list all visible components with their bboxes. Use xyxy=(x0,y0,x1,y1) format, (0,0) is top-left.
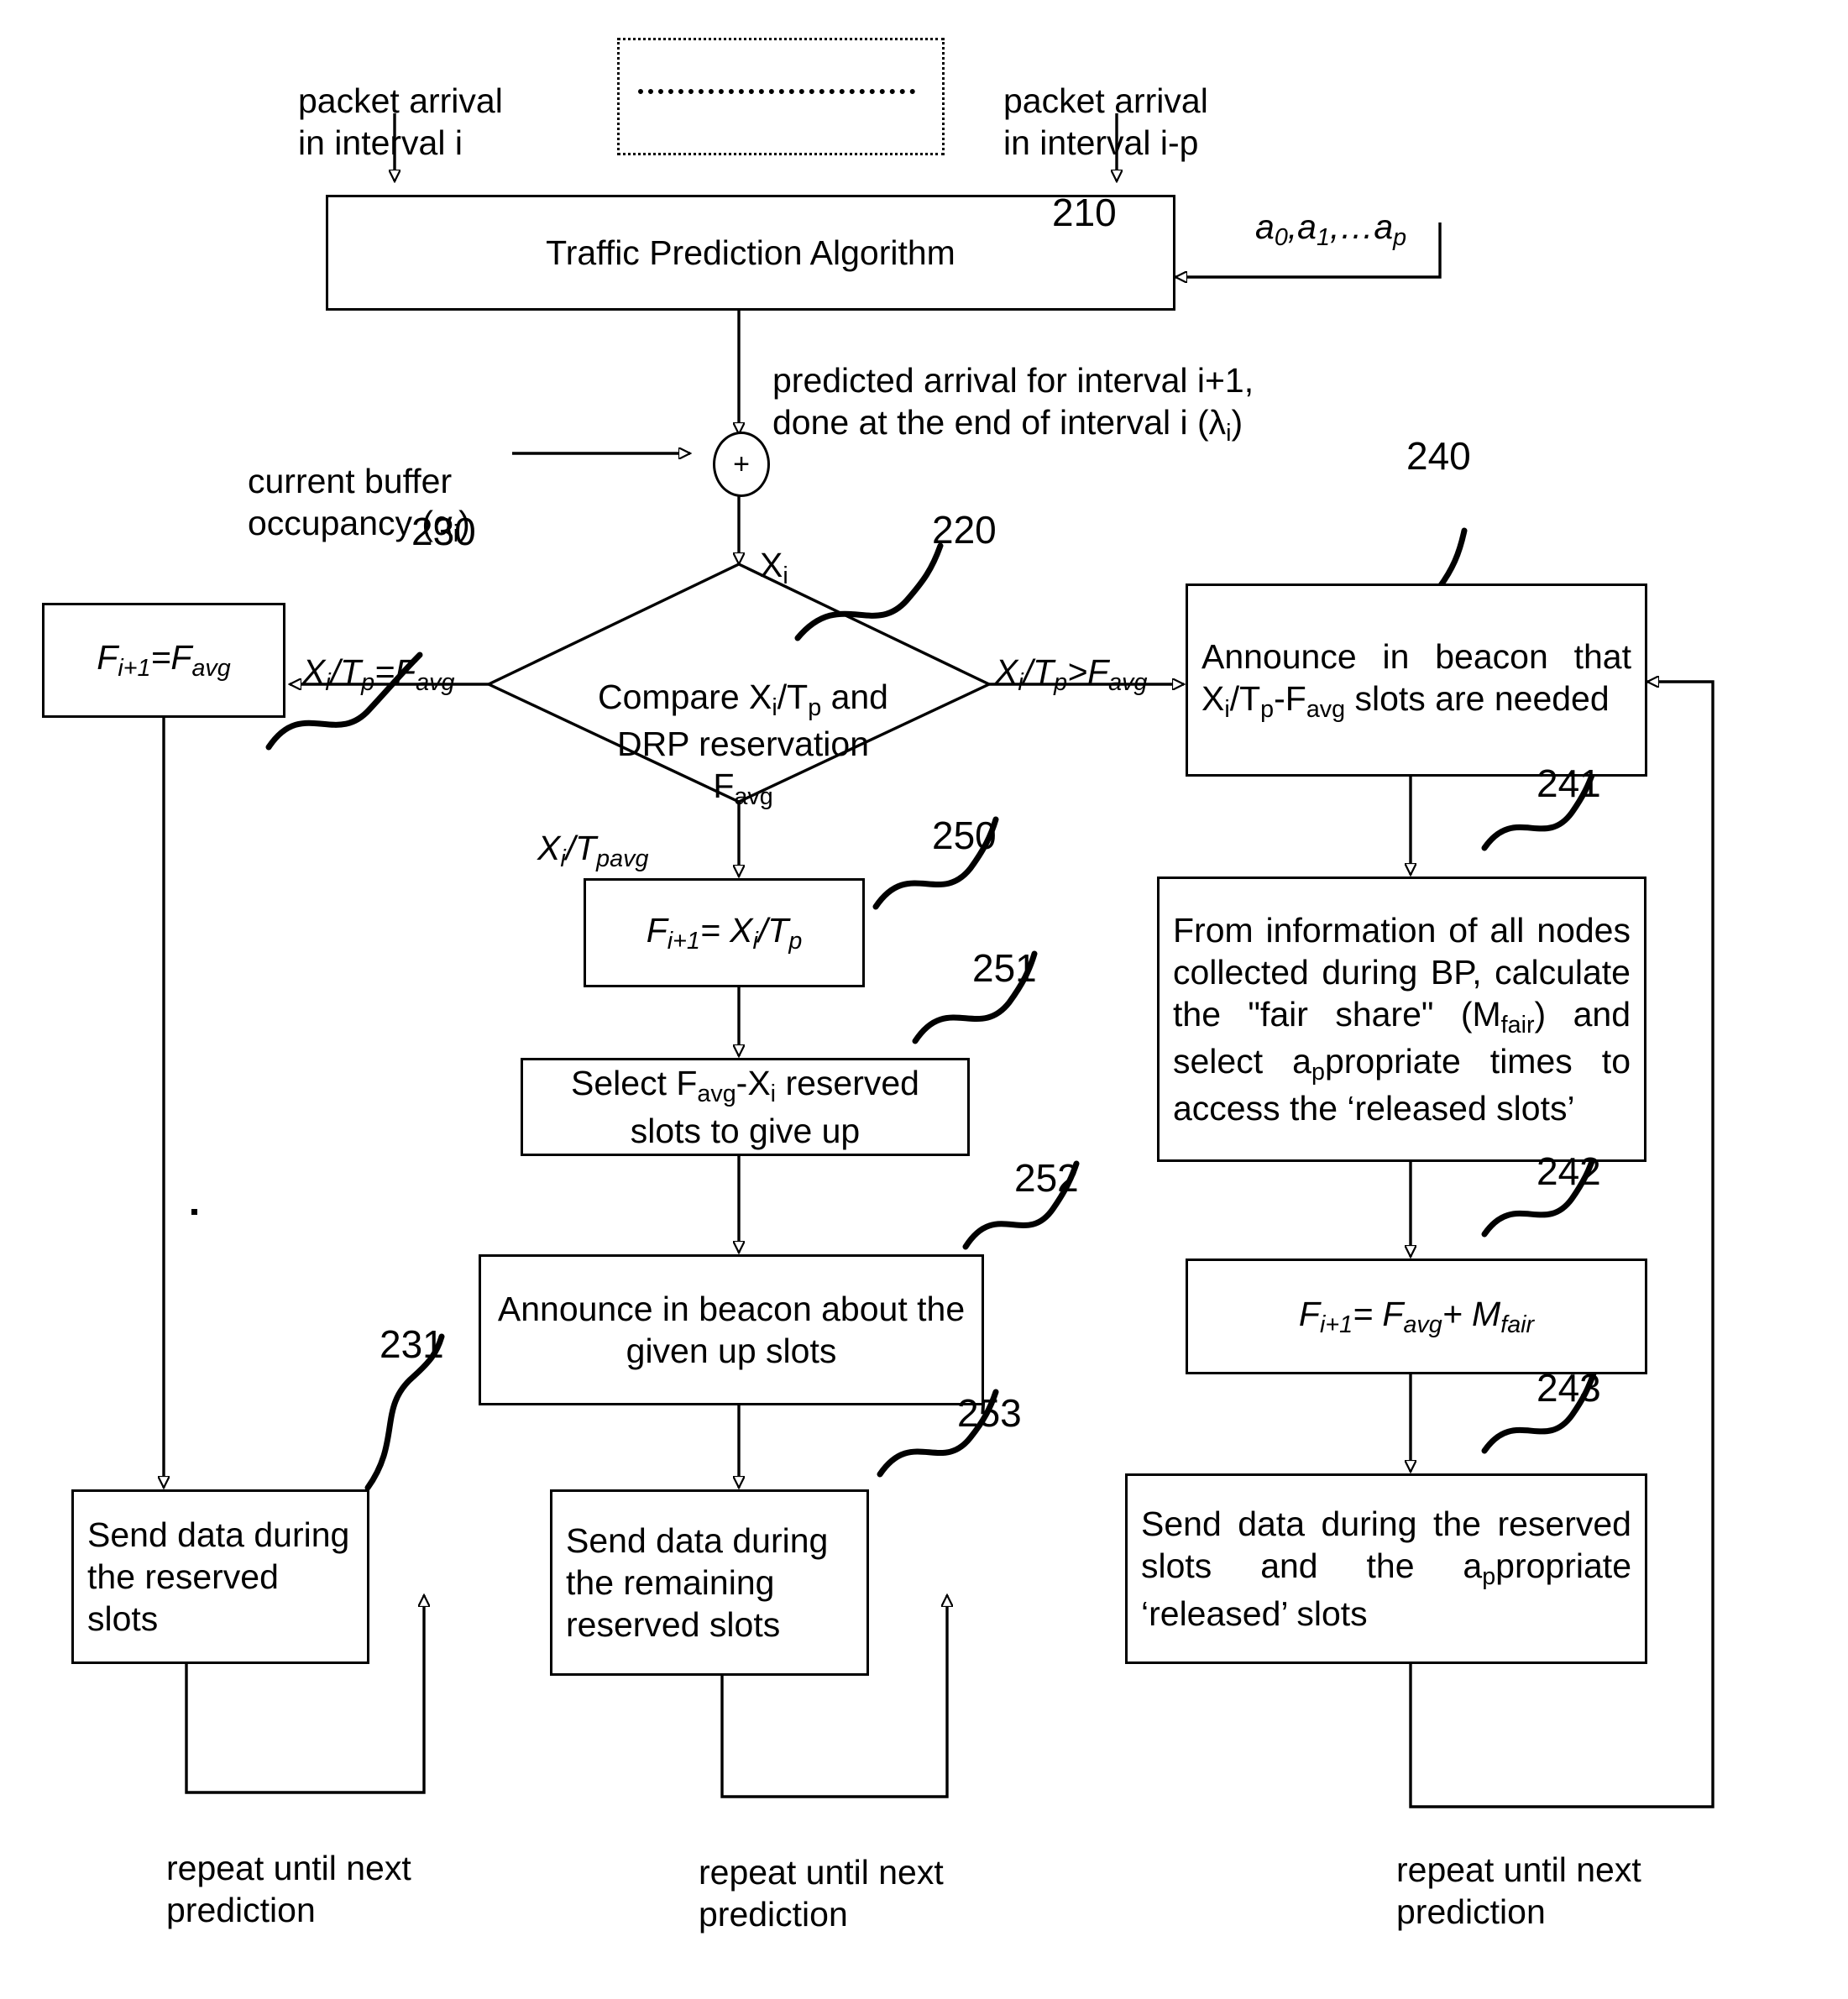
block-f-equals-x-over-tp[interactable]: Fi+1= Xi/Tp xyxy=(584,878,865,987)
packet-arrival-i-text: packet arrival in interval i xyxy=(298,81,503,163)
ref-number-210: 210 xyxy=(1052,191,1117,234)
ref-number-250: 250 xyxy=(932,814,997,857)
repeat-label-left: repeat until next prediction xyxy=(166,1805,443,1931)
block-f-equals-favg[interactable]: Fi+1=Favg xyxy=(42,603,285,718)
traffic-prediction-label: Traffic Prediction Algorithm xyxy=(546,233,955,272)
block-send-during-reserved-slots[interactable]: Send data during the reserved slots xyxy=(71,1489,369,1664)
select-give-up-label: Select Favg-Xi reserved slots to give up xyxy=(571,1064,919,1150)
repeat-left-text: repeat until next prediction xyxy=(166,1849,411,1930)
dotted-ellipsis-line xyxy=(638,89,915,94)
branch-label-less: Xi/Tpavg xyxy=(537,785,648,874)
ref-number-240: 240 xyxy=(1406,434,1471,478)
input-label-packet-arrival-i: packet arrival in interval i xyxy=(298,38,550,164)
branch-label-equal: Xi/Tp=Favg xyxy=(302,609,454,698)
block-select-slots-to-give-up[interactable]: Select Favg-Xi reserved slots to give up xyxy=(521,1058,970,1156)
repeat-right-text: repeat until next prediction xyxy=(1396,1850,1641,1932)
x-i-text: Xi xyxy=(760,546,788,590)
send-reserved-label: Send data during the reserved slots xyxy=(87,1515,350,1638)
eq-branch-text: Xi/Tp=Favg xyxy=(302,652,455,697)
branch-label-greater: Xi/Tp>Favg xyxy=(995,609,1147,698)
gt-branch-text: Xi/Tp>Favg xyxy=(995,652,1148,697)
send-remaining-label: Send data during the remaining reserved … xyxy=(566,1520,829,1644)
lt-branch-text: Xi/Tpavg xyxy=(537,829,649,873)
packet-arrival-ip-text: packet arrival in interval i-p xyxy=(1003,81,1208,163)
f-equals-favg-label: Fi+1=Favg xyxy=(97,638,231,683)
repeat-label-middle: repeat until next prediction xyxy=(699,1809,976,1935)
ref-number-241: 241 xyxy=(1537,761,1601,805)
ref-number-231: 231 xyxy=(380,1322,444,1366)
fair-share-label: From information of all nodes collected … xyxy=(1173,910,1631,1128)
announce-slots-needed-label: Announce in beacon that Xi/Tp-Favg slots… xyxy=(1201,636,1631,724)
repeat-label-right: repeat until next prediction xyxy=(1396,1807,1690,1933)
block-fair-share[interactable]: From information of all nodes collected … xyxy=(1157,877,1646,1162)
input-label-packet-arrival-ip: packet arrival in interval i-p xyxy=(1003,38,1272,164)
block-f-equals-favg-plus-mfair[interactable]: Fi+1= Favg+ Mfair xyxy=(1186,1259,1647,1374)
block-send-remaining-reserved-slots[interactable]: Send data during the remaining reserved … xyxy=(550,1489,869,1676)
flowchart-figure: packet arrival in interval i packet arriv… xyxy=(0,0,1848,1999)
block-announce-given-up-slots[interactable]: Announce in beacon about the given up sl… xyxy=(479,1254,984,1405)
block-traffic-prediction-algorithm[interactable]: Traffic Prediction Algorithm xyxy=(326,195,1175,311)
announce-given-up-label: Announce in beacon about the given up sl… xyxy=(497,1289,966,1370)
summing-junction: + xyxy=(713,432,770,497)
repeat-middle-text: repeat until next prediction xyxy=(699,1853,944,1934)
edge-label-predicted-arrival: predicted arrival for interval i+1, done … xyxy=(772,317,1360,448)
ref-number-253: 253 xyxy=(957,1391,1022,1435)
ref-number-252: 252 xyxy=(1014,1156,1079,1200)
send-reserved-released-label: Send data during the reserved slots and … xyxy=(1141,1504,1631,1633)
stray-dot xyxy=(191,1209,197,1215)
coefficients-text: a0,a1,…ap xyxy=(1255,207,1407,252)
coefficients-label: a0,a1,…ap xyxy=(1255,164,1406,253)
f-equals-favg-plus-mfair-label: Fi+1= Favg+ Mfair xyxy=(1298,1294,1535,1338)
edge-label-x-i: Xi xyxy=(760,502,788,591)
dashed-ellipsis-box xyxy=(617,38,945,155)
ref-number-242: 242 xyxy=(1537,1149,1601,1193)
edge-label-current-buffer-occupancy: current buffer occupancy (αi) xyxy=(248,418,525,549)
predicted-arrival-text: predicted arrival for interval i+1, done … xyxy=(772,361,1254,447)
ref-number-230: 230 xyxy=(411,510,476,553)
block-announce-slots-needed[interactable]: Announce in beacon that Xi/Tp-Favg slots… xyxy=(1186,583,1647,777)
ref-number-220: 220 xyxy=(932,508,997,552)
block-send-reserved-and-released[interactable]: Send data during the reserved slots and … xyxy=(1125,1473,1647,1664)
ref-number-243: 243 xyxy=(1537,1366,1601,1410)
f-equals-x-over-tp-label: Fi+1= Xi/Tp xyxy=(646,910,803,955)
ref-number-251: 251 xyxy=(972,946,1037,990)
